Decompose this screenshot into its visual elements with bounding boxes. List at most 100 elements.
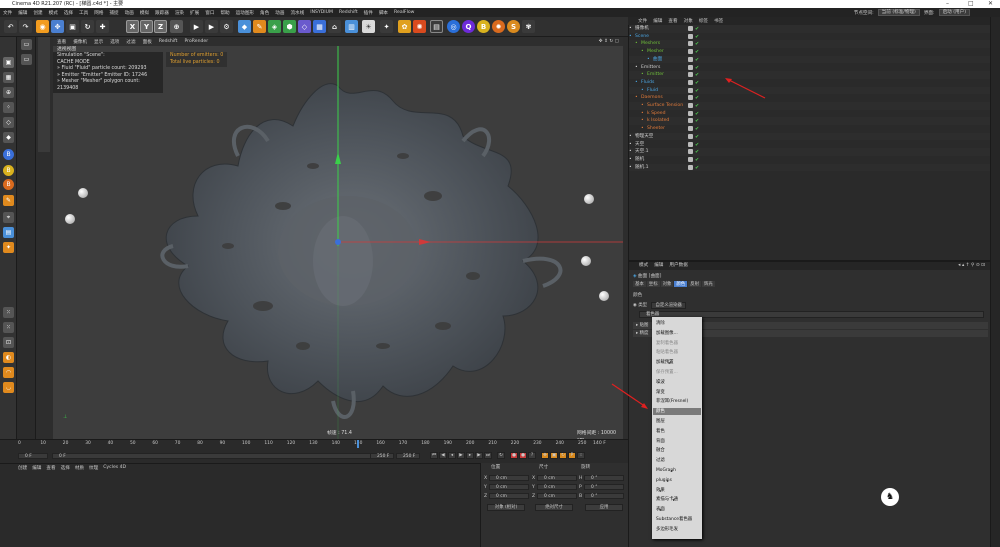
scale-tool-icon[interactable]: ▣	[66, 20, 79, 33]
object-row[interactable]: Fluid • ✔	[629, 86, 991, 95]
rotate-tool-icon[interactable]: ↻	[81, 20, 94, 33]
visibility-tag-icon[interactable]	[688, 118, 693, 124]
visibility-tag-icon[interactable]	[688, 64, 693, 70]
snap-icon[interactable]: ⌖	[3, 212, 14, 223]
obj-menu-item[interactable]: 编辑	[653, 18, 662, 24]
side-tabs[interactable]	[990, 17, 1000, 547]
menu-item[interactable]: 选择	[64, 10, 73, 16]
x-axis-lock-button[interactable]: X	[126, 20, 139, 33]
menu-item[interactable]: 跟踪器	[155, 10, 169, 16]
context-menu-item[interactable]: 加载图像...	[656, 330, 678, 337]
attr-menu-item[interactable]: 编辑	[654, 262, 663, 270]
visibility-tag-icon[interactable]	[688, 103, 693, 108]
material-menu-item[interactable]: 创建	[18, 465, 27, 471]
object-row[interactable]: Scene • ✔	[629, 33, 991, 41]
menu-item[interactable]: 脚本	[379, 10, 388, 16]
visibility-tag-icon[interactable]	[688, 141, 693, 147]
object-row[interactable]: Sheeter • ✔	[629, 125, 991, 133]
visibility-tag-icon[interactable]	[688, 156, 693, 162]
insydium-icon[interactable]: ✿	[398, 20, 411, 33]
attr-menu-item[interactable]: 模式	[639, 262, 648, 270]
axis-mode-icon[interactable]: ⊕	[3, 87, 14, 98]
visibility-tag-icon[interactable]	[688, 72, 693, 78]
rot-p-field[interactable]: 0 °	[584, 484, 624, 490]
viewport-menu-item[interactable]: Redshift	[159, 39, 178, 44]
context-menu-item[interactable]: 多边形毛发	[656, 526, 678, 533]
context-menu-item[interactable]: 加载预置 ▸	[656, 359, 674, 366]
context-menu-item[interactable]: 粘贴着色器	[656, 349, 678, 356]
visibility-tag-icon[interactable]	[688, 164, 693, 170]
visibility-tag-icon[interactable]	[688, 56, 693, 62]
size-mode-select[interactable]: 绝对尺寸	[535, 504, 573, 511]
spline-icon[interactable]: ◠	[3, 367, 14, 378]
rot-h-field[interactable]: 0 °	[584, 475, 624, 481]
next-frame-icon[interactable]: ▸	[466, 452, 474, 459]
timeline[interactable]: 0102030405060708090100110120130140150160…	[0, 439, 628, 463]
maximize-icon[interactable]: □	[968, 0, 974, 8]
keyframe-sel-icon[interactable]: ?	[528, 452, 536, 459]
polygons-mode-icon[interactable]: ◆	[3, 132, 14, 143]
enabled-check-icon[interactable]: ✔	[695, 165, 699, 173]
key-grid-icon[interactable]: ⁙	[577, 452, 585, 459]
coord-mode-select[interactable]: 对象 (相对)	[487, 504, 525, 511]
undo-button[interactable]: ↶	[4, 20, 17, 33]
grid-snap-icon[interactable]: ⁙	[3, 307, 14, 318]
object-row[interactable]: 物理天空 • ✔	[629, 132, 991, 141]
context-menu-item[interactable]: 图层	[656, 418, 665, 425]
obj-menu-item[interactable]: 文件	[638, 18, 647, 24]
tab-color[interactable]: 颜色	[674, 281, 688, 287]
bulb-icon[interactable]: ✦	[380, 20, 393, 33]
points-mode-icon[interactable]: ⁘	[3, 102, 14, 113]
b-icon[interactable]: B	[477, 20, 490, 33]
menu-item[interactable]: 窗口	[205, 10, 214, 16]
z-axis-lock-button[interactable]: Z	[154, 20, 167, 33]
close-icon[interactable]: ✕	[988, 0, 993, 8]
menu-item[interactable]: 动画	[125, 10, 134, 16]
visibility-tag-icon[interactable]	[688, 133, 693, 139]
size-z-field[interactable]: 0 cm	[537, 493, 577, 499]
view-layout-icon[interactable]: ▥	[345, 20, 358, 33]
context-menu-item[interactable]: 菲涅耳(Fresnel)	[656, 398, 688, 405]
visibility-tag-icon[interactable]	[688, 41, 693, 47]
visibility-tag-icon[interactable]	[688, 149, 693, 155]
context-menu-item[interactable]: 复制着色器	[656, 340, 678, 347]
visibility-tag-icon[interactable]	[688, 79, 693, 85]
obj-menu-item[interactable]: 查看	[668, 18, 677, 24]
tab-glow[interactable]: 辉光	[701, 281, 715, 287]
obj-menu-item[interactable]: 书签	[714, 18, 723, 24]
menu-item[interactable]: 编辑	[18, 10, 27, 16]
visibility-tag-icon[interactable]	[688, 110, 693, 116]
menu-item[interactable]: 模拟	[140, 10, 149, 16]
coordinate-system-icon[interactable]: ⊕	[170, 20, 183, 33]
cube-icon[interactable]: ◆	[238, 20, 251, 33]
context-menu-item[interactable]: 着色	[656, 428, 665, 435]
viewport[interactable]: 透视视图 Simulation "Scene": CACHE MODE » Fl…	[53, 46, 623, 439]
end-frame-field[interactable]: 250 F	[396, 453, 420, 459]
visibility-tag-icon[interactable]	[688, 95, 693, 101]
rot-b-field[interactable]: 0 °	[584, 493, 624, 499]
context-menu-item[interactable]: MoGraph ▸	[656, 467, 676, 474]
menu-item[interactable]: 文件	[3, 10, 12, 16]
grid-snap2-icon[interactable]: ⁙	[3, 322, 14, 333]
node-space-select[interactable]: 当前 (标准/物理)	[877, 9, 920, 16]
palette-scrollbar[interactable]	[38, 37, 50, 152]
play-icon[interactable]: ▶	[457, 452, 465, 459]
viewport-menu-item[interactable]: 查看	[57, 39, 66, 45]
menu-item[interactable]: 插件	[364, 10, 373, 16]
menu-item[interactable]: RealFlow	[394, 10, 414, 15]
material-menu-item[interactable]: 材质	[75, 465, 84, 471]
record-icon[interactable]: ●	[510, 452, 518, 459]
tab-reflection[interactable]: 反射	[688, 281, 701, 287]
key-pos-icon[interactable]: ✥	[541, 452, 549, 459]
next-key-icon[interactable]: ▶	[475, 452, 483, 459]
object-row[interactable]: Daemons • ✔	[629, 94, 991, 102]
viewport-menu-item[interactable]: ProRender	[184, 39, 208, 44]
loop-icon[interactable]: ↻	[497, 452, 505, 459]
viewport-nav-icons[interactable]: ✥ ⇕ ↻ ▢	[599, 39, 619, 44]
menu-item[interactable]: 流水线	[290, 10, 304, 16]
tab-coord[interactable]: 坐标	[646, 281, 660, 287]
context-menu-item[interactable]: 过滤	[656, 457, 665, 464]
key-rot-icon[interactable]: ↻	[559, 452, 567, 459]
context-menu-item[interactable]: 融合	[656, 447, 665, 454]
y-axis-lock-button[interactable]: Y	[140, 20, 153, 33]
